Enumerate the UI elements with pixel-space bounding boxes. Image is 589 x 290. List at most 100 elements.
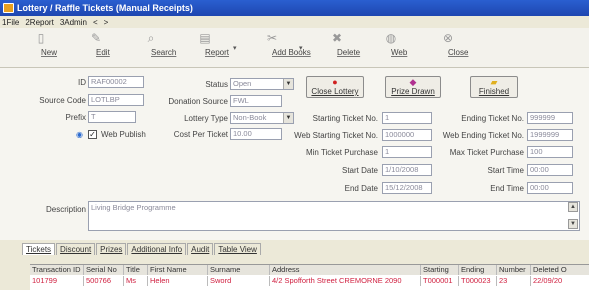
tickets-grid: Transaction ID Serial No Title First Nam… [30, 264, 589, 290]
chevron-down-icon: ▼ [283, 113, 293, 123]
scroll-down-icon[interactable]: ▼ [568, 219, 578, 229]
web-publish-label: Web Publish [101, 130, 146, 139]
column-header[interactable]: Title [124, 265, 148, 275]
cost-per-ticket-field[interactable]: 10.00 [230, 128, 282, 140]
lottery-form: ID RAF00002 Source Code LOTLBP Prefix T … [0, 68, 589, 240]
scroll-up-icon[interactable]: ▲ [568, 202, 578, 212]
cell-serial-no: 500766 [84, 276, 124, 286]
menu-report[interactable]: 2Report [25, 18, 53, 27]
donation-source-label: Donation Source [168, 97, 228, 106]
column-header[interactable]: Starting [421, 265, 459, 275]
end-time-label: End Time [490, 184, 524, 193]
source-code-label: Source Code [39, 96, 86, 105]
report-dropdown-icon[interactable]: ▾ [233, 44, 237, 52]
toolbar: ▯ New ✎ Edit ⌕ Search ▤ Report ▾ ✂ Add B… [0, 28, 589, 68]
start-time-field[interactable]: 00:00 [527, 164, 573, 176]
column-header[interactable]: Deleted O [531, 265, 589, 275]
prize-drawn-button[interactable]: ◆ Prize Drawn [385, 76, 441, 98]
starting-ticket-label: Starting Ticket No. [312, 114, 378, 123]
id-field[interactable]: RAF00002 [88, 76, 144, 88]
menu-admin[interactable]: 3Admin [60, 18, 87, 27]
tab-table-view[interactable]: Table View [214, 243, 261, 255]
max-ticket-purchase-label: Max Ticket Purchase [449, 148, 524, 157]
folder-icon: ▰ [490, 77, 498, 87]
prefix-label: Prefix [65, 113, 86, 122]
column-header[interactable]: Address [270, 265, 421, 275]
add-books-dropdown-icon[interactable]: ▾ [299, 44, 303, 52]
column-header[interactable]: Number [497, 265, 531, 275]
donation-source-field[interactable]: FWL [230, 95, 282, 107]
id-label: ID [78, 78, 86, 87]
status-select[interactable]: Open ▼ [230, 78, 294, 90]
finished-button[interactable]: ▰ Finished [470, 76, 518, 98]
app-icon [3, 3, 14, 13]
start-date-label: Start Date [341, 166, 378, 175]
search-button[interactable]: ⌕ Search [126, 32, 177, 58]
close-icon: ⊗ [442, 31, 454, 45]
delete-button[interactable]: ✖ Delete [312, 31, 362, 58]
edit-button[interactable]: ✎ Edit [71, 32, 121, 58]
ending-ticket-label: Ending Ticket No. [461, 114, 524, 123]
close-lottery-button[interactable]: ● Close Lottery [306, 76, 364, 98]
menu-file[interactable]: 1File [2, 18, 19, 27]
cost-per-ticket-label: Cost Per Ticket [173, 130, 228, 139]
cell-starting: T000001 [421, 276, 459, 286]
detail-tabs: Tickets Discount Prizes Additional Info … [22, 243, 262, 255]
cell-transaction-id: 101799 [30, 276, 84, 286]
tab-discount[interactable]: Discount [56, 243, 96, 255]
max-ticket-purchase-field[interactable]: 100 [527, 146, 573, 158]
cell-address: 4/2 Spofforth Street CREMORNE 2090 [270, 276, 421, 286]
ending-ticket-field[interactable]: 999999 [527, 112, 573, 124]
start-date-field[interactable]: 1/10/2008 [382, 164, 432, 176]
cell-ending: T000023 [459, 276, 497, 286]
end-time-field[interactable]: 00:00 [527, 182, 573, 194]
cell-title: Ms [124, 276, 148, 286]
end-date-field[interactable]: 15/12/2008 [382, 182, 432, 194]
new-button[interactable]: ▯ New [16, 31, 66, 58]
tab-additional-info[interactable]: Additional Info [127, 243, 187, 255]
window-titlebar: Lottery / Raffle Tickets (Manual Receipt… [0, 0, 589, 16]
window-title: Lottery / Raffle Tickets (Manual Receipt… [17, 3, 193, 13]
column-header[interactable]: Serial No [84, 265, 124, 275]
lottery-type-label: Lottery Type [184, 114, 228, 123]
tab-tickets[interactable]: Tickets [22, 243, 56, 255]
menu-forward[interactable]: > [104, 18, 109, 27]
web-publish-checkbox[interactable]: ✓ [88, 130, 97, 139]
stop-icon: ● [332, 77, 338, 87]
prize-icon: ◆ [409, 77, 417, 87]
web-ending-ticket-field[interactable]: 1999999 [527, 129, 573, 141]
cell-surname: Sword [208, 276, 270, 286]
document-icon: ▯ [37, 31, 45, 45]
web-publish-icon: ◉ [76, 130, 83, 139]
column-header[interactable]: Surname [208, 265, 270, 275]
tab-prizes[interactable]: Prizes [96, 243, 127, 255]
delete-icon: ✖ [331, 31, 343, 45]
starting-ticket-field[interactable]: 1 [382, 112, 432, 124]
cell-number: 23 [497, 276, 531, 286]
prefix-field[interactable]: T [88, 111, 136, 123]
source-code-field[interactable]: LOTLBP [88, 94, 144, 106]
end-date-label: End Date [344, 184, 378, 193]
chevron-down-icon: ▼ [283, 79, 293, 89]
report-icon: ▤ [199, 31, 211, 45]
table-row[interactable]: 101799 500766 Ms Helen Sword 4/2 Spoffor… [30, 276, 589, 286]
globe-icon: ◍ [385, 31, 397, 45]
lottery-type-select[interactable]: Non-Book ▼ [230, 112, 294, 124]
add-books-button[interactable]: ✂ Add Books [247, 32, 311, 58]
min-ticket-purchase-label: Min Ticket Purchase [305, 148, 378, 157]
report-button[interactable]: ▤ Report [180, 31, 230, 58]
web-starting-ticket-label: Web Starting Ticket No. [294, 131, 378, 140]
web-ending-ticket-label: Web Ending Ticket No. [442, 131, 524, 140]
web-starting-ticket-field[interactable]: 1000000 [382, 129, 432, 141]
close-button[interactable]: ⊗ Close [423, 31, 473, 58]
column-header[interactable]: Ending [459, 265, 497, 275]
tab-audit[interactable]: Audit [187, 243, 214, 255]
column-header[interactable]: First Name [148, 265, 208, 275]
column-header[interactable]: Transaction ID [30, 265, 84, 275]
web-button[interactable]: ◍ Web [366, 31, 416, 58]
menu-back[interactable]: < [93, 18, 98, 27]
min-ticket-purchase-field[interactable]: 1 [382, 146, 432, 158]
menu-bar: 1File 2Report 3Admin < > [0, 16, 589, 28]
description-field[interactable]: Living Bridge Programme [88, 201, 580, 231]
start-time-label: Start Time [487, 166, 524, 175]
